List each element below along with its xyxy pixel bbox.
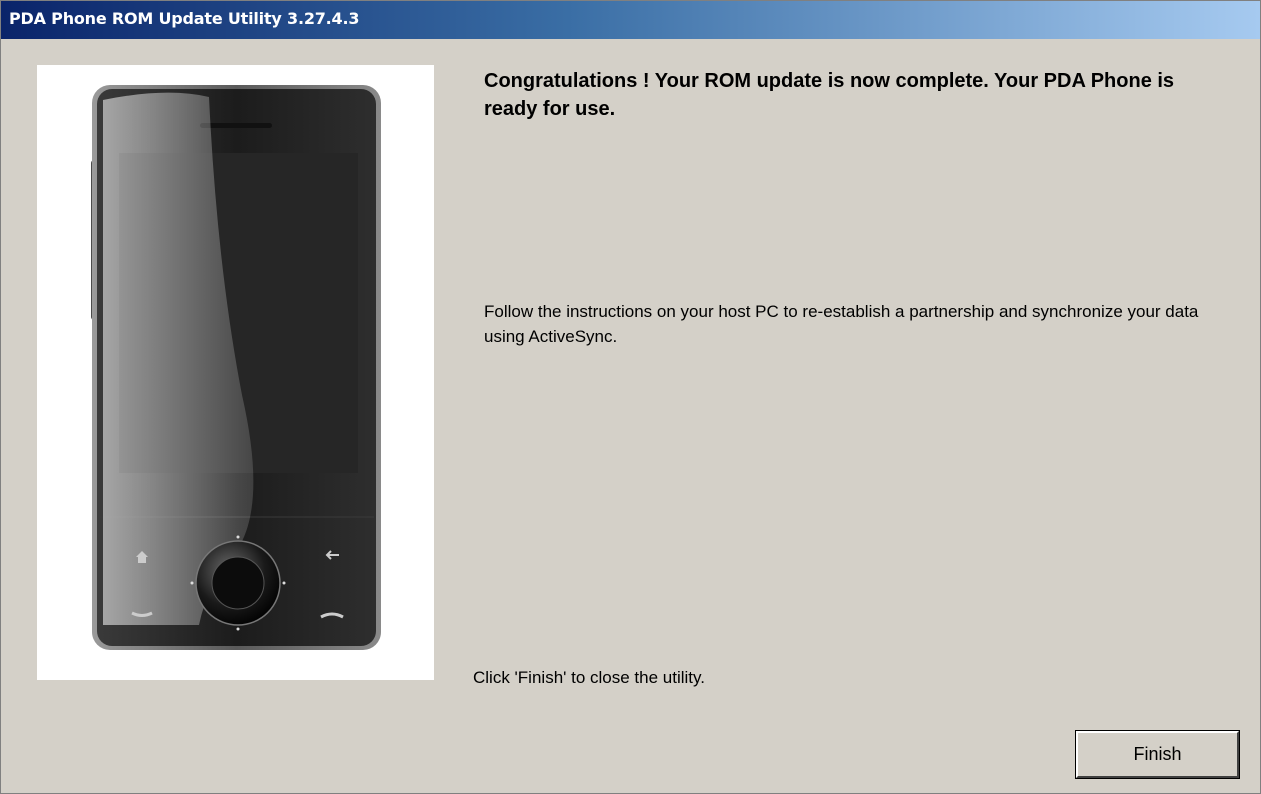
window-title: PDA Phone ROM Update Utility 3.27.4.3 <box>9 9 360 28</box>
finish-hint-text: Click 'Finish' to close the utility. <box>473 668 705 687</box>
speaker-grille <box>200 123 272 128</box>
pda-phone-illustration <box>91 85 381 650</box>
completion-heading: Congratulations ! Your ROM update is now… <box>484 70 1175 120</box>
phone-image-panel <box>37 65 434 680</box>
activesync-instructions: Follow the instructions on your host PC … <box>484 302 1199 346</box>
title-bar[interactable]: PDA Phone ROM Update Utility 3.27.4.3 <box>1 1 1260 39</box>
rom-update-dialog: PDA Phone ROM Update Utility 3.27.4.3 Co… <box>0 0 1261 794</box>
finish-button[interactable]: Finish <box>1075 730 1240 779</box>
